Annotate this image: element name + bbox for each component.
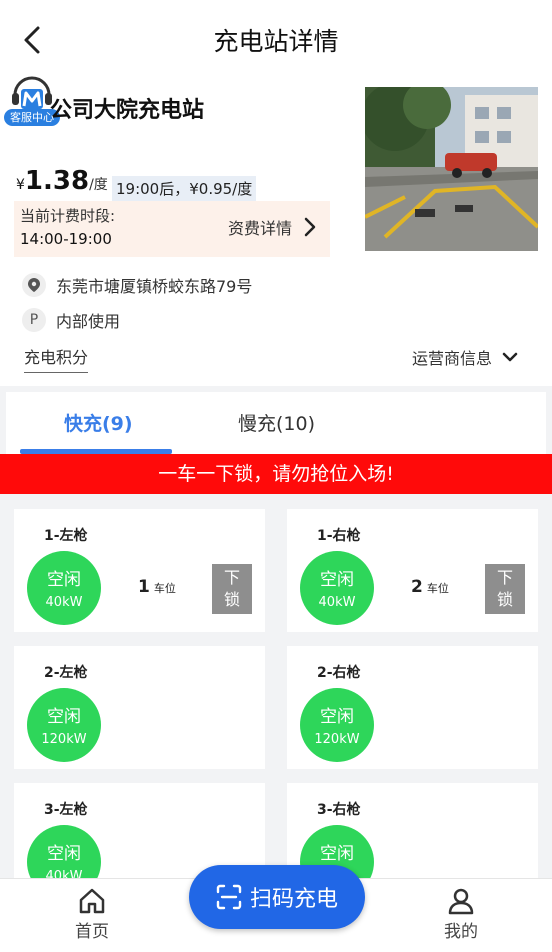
- notice-banner: 一车一下锁，请勿抢位入场!: [0, 454, 552, 494]
- tab-mine-label: 我的: [444, 922, 478, 942]
- lock-label-line1: 下: [223, 568, 240, 587]
- chevron-down-icon: [502, 352, 518, 362]
- parking-spot: 1 车位: [138, 577, 176, 597]
- lock-label-line2: 锁: [496, 590, 513, 609]
- charger-name: 2-右枪: [317, 665, 361, 681]
- charger-name: 3-右枪: [317, 802, 361, 818]
- spot-number: 2: [411, 577, 423, 597]
- charger-status-circle: 空闲 120kW: [27, 688, 101, 762]
- charger-name: 1-右枪: [317, 528, 361, 544]
- tab-home-label: 首页: [75, 922, 109, 942]
- lock-label-line1: 下: [496, 568, 513, 587]
- headset-icon: [12, 76, 52, 109]
- period-label: 当前计费时段:: [20, 207, 116, 225]
- charger-name: 3-左枪: [44, 802, 88, 818]
- tab-home[interactable]: 首页: [57, 887, 127, 942]
- station-photo[interactable]: [365, 87, 538, 251]
- address-text: 东莞市塘厦镇桥蛟东路79号: [56, 277, 253, 296]
- charger-power: 40kW: [45, 595, 83, 610]
- station-info: 客服中心 公司大院充电站 ¥1.38/度 19:00后，¥0.95/度 当前计费…: [0, 76, 552, 386]
- scan-charge-label: 扫码充电: [249, 887, 338, 912]
- parking-spot: 2 车位: [411, 577, 449, 597]
- user-icon: [448, 888, 474, 915]
- charger-status: 空闲: [320, 844, 354, 864]
- charger-card[interactable]: 2-右枪 空闲 120kW: [287, 646, 538, 769]
- charger-status-circle: 空闲 40kW: [27, 551, 101, 625]
- lower-lock-button[interactable]: 下锁: [485, 564, 525, 614]
- chevron-right-icon: [304, 217, 316, 237]
- charger-power: 40kW: [318, 595, 356, 610]
- charger-status: 空闲: [320, 570, 354, 590]
- operator-info-toggle[interactable]: 运营商信息: [412, 345, 518, 369]
- charger-type-tabs: 快充(9) 慢充(10): [6, 392, 546, 454]
- station-address[interactable]: 东莞市塘厦镇桥蛟东路79号: [22, 273, 252, 297]
- lower-lock-button[interactable]: 下锁: [212, 564, 252, 614]
- charger-name: 2-左枪: [44, 665, 88, 681]
- currency-symbol: ¥: [16, 177, 25, 193]
- scan-charge-button[interactable]: 扫码充电: [189, 865, 365, 929]
- charger-power: 120kW: [314, 732, 360, 747]
- parking-text: 内部使用: [56, 312, 121, 331]
- charger-status: 空闲: [47, 844, 81, 864]
- charger-status: 空闲: [47, 570, 81, 590]
- price-unit: /度: [89, 177, 108, 193]
- station-name: 公司大院充电站: [50, 98, 205, 123]
- charger-status: 空闲: [320, 707, 354, 727]
- tab-fast-charge[interactable]: 快充(9): [64, 409, 133, 436]
- charging-points-link[interactable]: 充电积分: [24, 344, 89, 373]
- parking-info: P 内部使用: [22, 308, 120, 332]
- price-value: 1.38: [24, 166, 90, 196]
- night-price: 19:00后，¥0.95/度: [112, 176, 257, 201]
- charger-card[interactable]: 2-左枪 空闲 120kW: [14, 646, 265, 769]
- current-price: ¥1.38/度: [16, 166, 108, 200]
- spot-unit: 车位: [426, 582, 449, 595]
- charger-power: 120kW: [41, 732, 87, 747]
- charger-card[interactable]: 1-左枪 空闲 40kW 1 车位 下锁: [14, 509, 265, 632]
- app-header: 充电站详情: [0, 0, 552, 78]
- lock-label-line2: 锁: [223, 590, 240, 609]
- charger-status-circle: 空闲 40kW: [300, 551, 374, 625]
- tab-slow-charge[interactable]: 慢充(10): [238, 409, 315, 436]
- charger-name: 1-左枪: [44, 528, 88, 544]
- charger-card[interactable]: 1-右枪 空闲 40kW 2 车位 下锁: [287, 509, 538, 632]
- period-time: 14:00-19:00: [20, 230, 112, 248]
- operator-info-label: 运营商信息: [411, 349, 492, 368]
- fee-detail-link[interactable]: 资费详情: [228, 215, 316, 239]
- charger-status: 空闲: [47, 707, 81, 727]
- spot-number: 1: [138, 577, 150, 597]
- spot-unit: 车位: [153, 582, 176, 595]
- fee-detail-label: 资费详情: [227, 219, 292, 238]
- parking-icon: P: [22, 308, 46, 332]
- location-pin-icon: [22, 273, 46, 297]
- home-icon: [79, 888, 105, 914]
- scan-icon: [216, 884, 242, 910]
- charger-status-circle: 空闲 120kW: [300, 688, 374, 762]
- page-title: 充电站详情: [213, 27, 339, 56]
- tab-mine[interactable]: 我的: [426, 887, 496, 942]
- billing-period: 当前计费时段: 14:00-19:00 资费详情: [14, 201, 330, 257]
